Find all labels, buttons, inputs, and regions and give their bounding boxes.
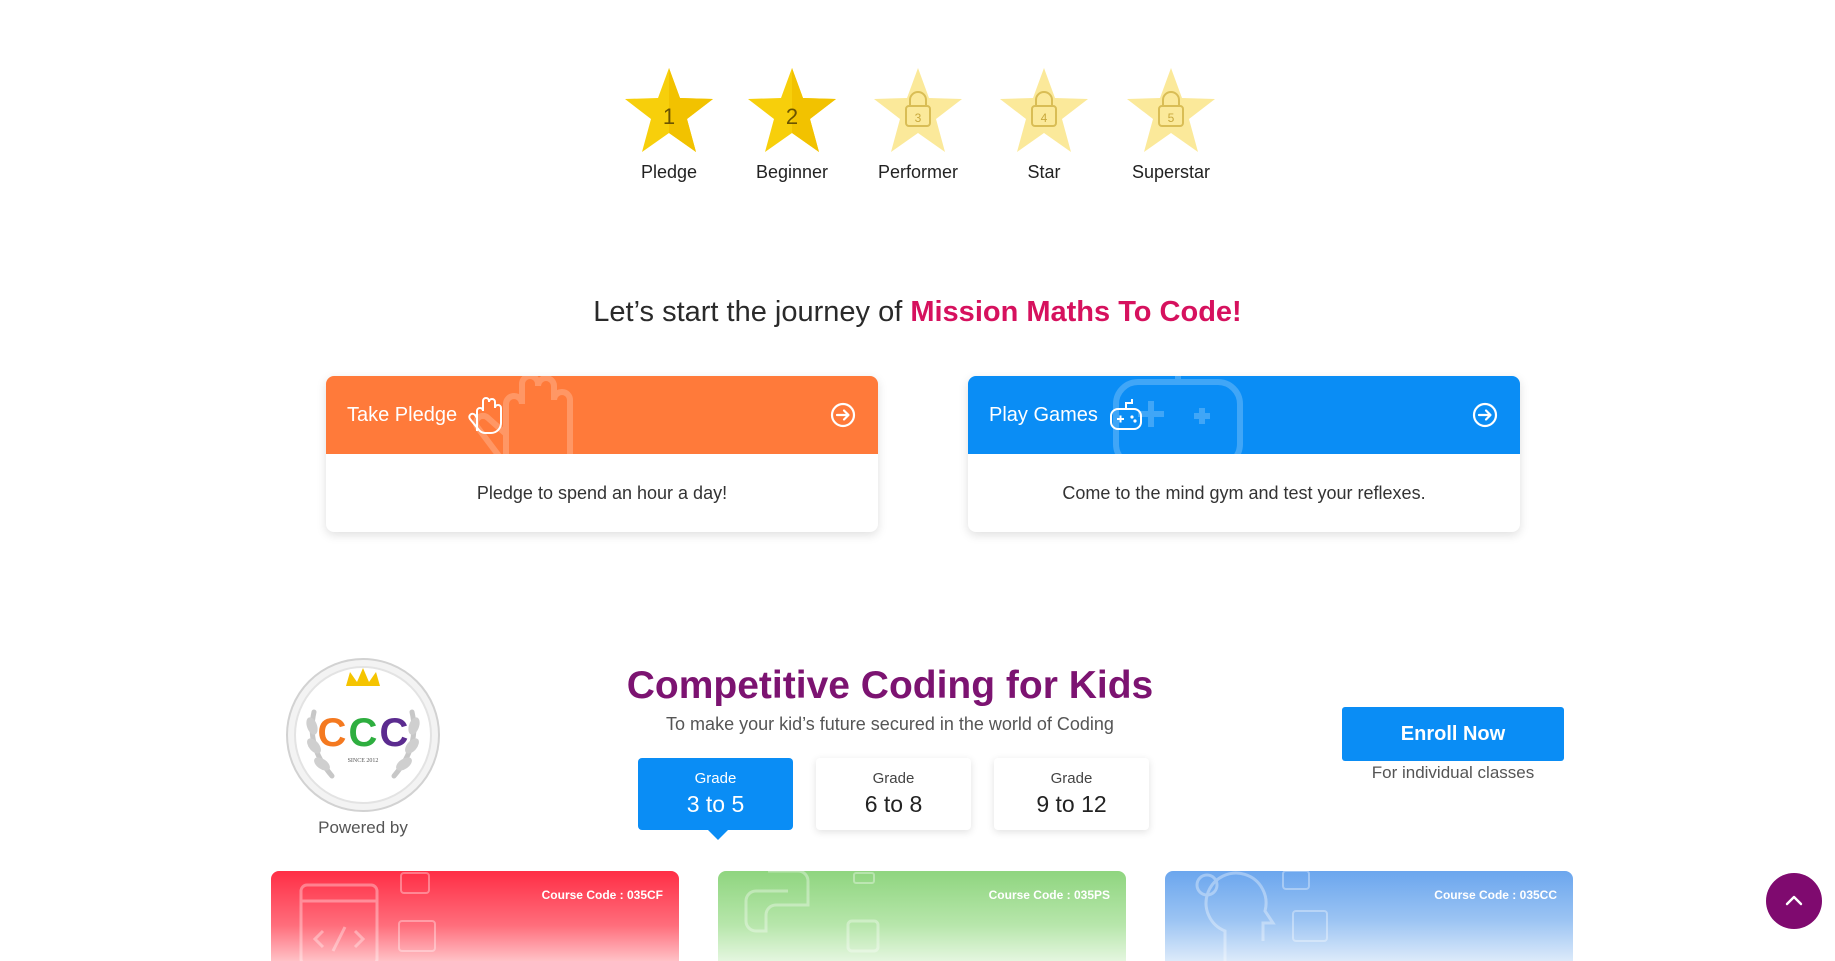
course-code: Course Code : 035CF (541, 888, 663, 902)
badge-since-text: SINCE 2012 (348, 758, 379, 764)
gamepad-icon (1109, 399, 1142, 430)
course-card-035cf[interactable]: Course Code : 035CF (271, 871, 679, 961)
competitive-coding-subtitle: To make your kid’s future secured in the… (666, 714, 1114, 734)
course-card-035cc[interactable]: Course Code : 035CC (1165, 871, 1573, 961)
course-code: Course Code : 035PS (988, 888, 1110, 902)
play-games-description: Come to the mind gym and test your refle… (1062, 482, 1426, 503)
chevron-up-icon (1785, 895, 1803, 906)
journey-heading: Let’s start the journey of Mission Maths… (0, 296, 1835, 329)
journey-heading-highlight: Mission Maths To Code! (910, 296, 1242, 328)
level-performer: 3 Performer (863, 64, 973, 183)
take-pledge-header[interactable]: Take Pledge (326, 376, 878, 454)
level-label: Beginner (755, 162, 829, 182)
enroll-note: For individual classes (1371, 763, 1535, 782)
grade-tab-label: Grade (872, 770, 915, 787)
take-pledge-title: Take Pledge (347, 403, 458, 426)
lightbulb-head-icon (1195, 871, 1328, 961)
level-pledge: 1 Pledge (614, 64, 724, 183)
scroll-to-top-button[interactable] (1766, 873, 1822, 929)
code-window-icon (299, 872, 436, 961)
competitive-coding-title: Competitive Coding for Kids (626, 664, 1154, 707)
level-label: Pledge (640, 162, 698, 182)
level-number: 4 (1041, 111, 1048, 125)
course-card-035ps[interactable]: Course Code : 035PS (718, 871, 1126, 961)
grade-tab-label: Grade (694, 770, 737, 787)
course-code: Course Code : 035CC (1434, 888, 1557, 902)
locked-star-icon: 4 (1000, 68, 1088, 152)
grade-tab-6-to-8[interactable]: Grade 6 to 8 (816, 758, 971, 830)
level-label: Star (1027, 162, 1061, 182)
ccc-badge-logo: C C C SINCE 2012 (286, 658, 440, 812)
level-label: Performer (877, 162, 958, 182)
hand-icon (468, 397, 503, 434)
locked-star-icon: 3 (874, 68, 962, 152)
grade-tab-label: Grade (1050, 770, 1093, 787)
level-star: 4 Star (989, 64, 1099, 183)
arrow-right-circle-icon[interactable] (830, 402, 856, 428)
svg-text:C: C (318, 711, 347, 755)
level-beginner: 2 Beginner (737, 64, 847, 183)
svg-text:C: C (380, 711, 409, 755)
take-pledge-card[interactable]: Take Pledge Pledge to spend an hour a da… (326, 376, 878, 532)
enroll-now-button[interactable]: Enroll Now (1342, 707, 1564, 761)
play-games-header[interactable]: Play Games (968, 376, 1520, 454)
journey-heading-prefix: Let’s start the journey of (593, 296, 911, 328)
level-number: 3 (915, 111, 922, 125)
grade-tab-range: 6 to 8 (864, 791, 923, 817)
grade-tab-9-to-12[interactable]: Grade 9 to 12 (994, 758, 1149, 830)
grade-tab-range: 9 to 12 (1036, 791, 1107, 817)
python-logo-icon (744, 871, 880, 953)
arrow-right-circle-icon[interactable] (1472, 402, 1498, 428)
play-games-card[interactable]: Play Games Come to the mind gym and test… (968, 376, 1520, 532)
locked-star-icon: 5 (1127, 68, 1215, 152)
level-progress: 1 Pledge 2 Beginner 3 Performer 4 Star 5… (0, 64, 1835, 194)
grade-tab-range: 3 to 5 (686, 791, 745, 817)
level-superstar: 5 Superstar (1116, 64, 1226, 183)
level-label: Superstar (1131, 162, 1211, 182)
grade-tab-3-to-5[interactable]: Grade 3 to 5 (638, 758, 793, 840)
play-games-title: Play Games (989, 403, 1098, 426)
svg-text:C: C (349, 711, 378, 755)
level-number: 2 (786, 104, 798, 129)
powered-by-label: Powered by (318, 818, 408, 837)
level-number: 1 (663, 104, 675, 129)
level-number: 5 (1168, 111, 1175, 125)
take-pledge-description: Pledge to spend an hour a day! (476, 482, 728, 503)
star-icon: 1 (625, 68, 713, 152)
star-icon: 2 (748, 68, 836, 152)
